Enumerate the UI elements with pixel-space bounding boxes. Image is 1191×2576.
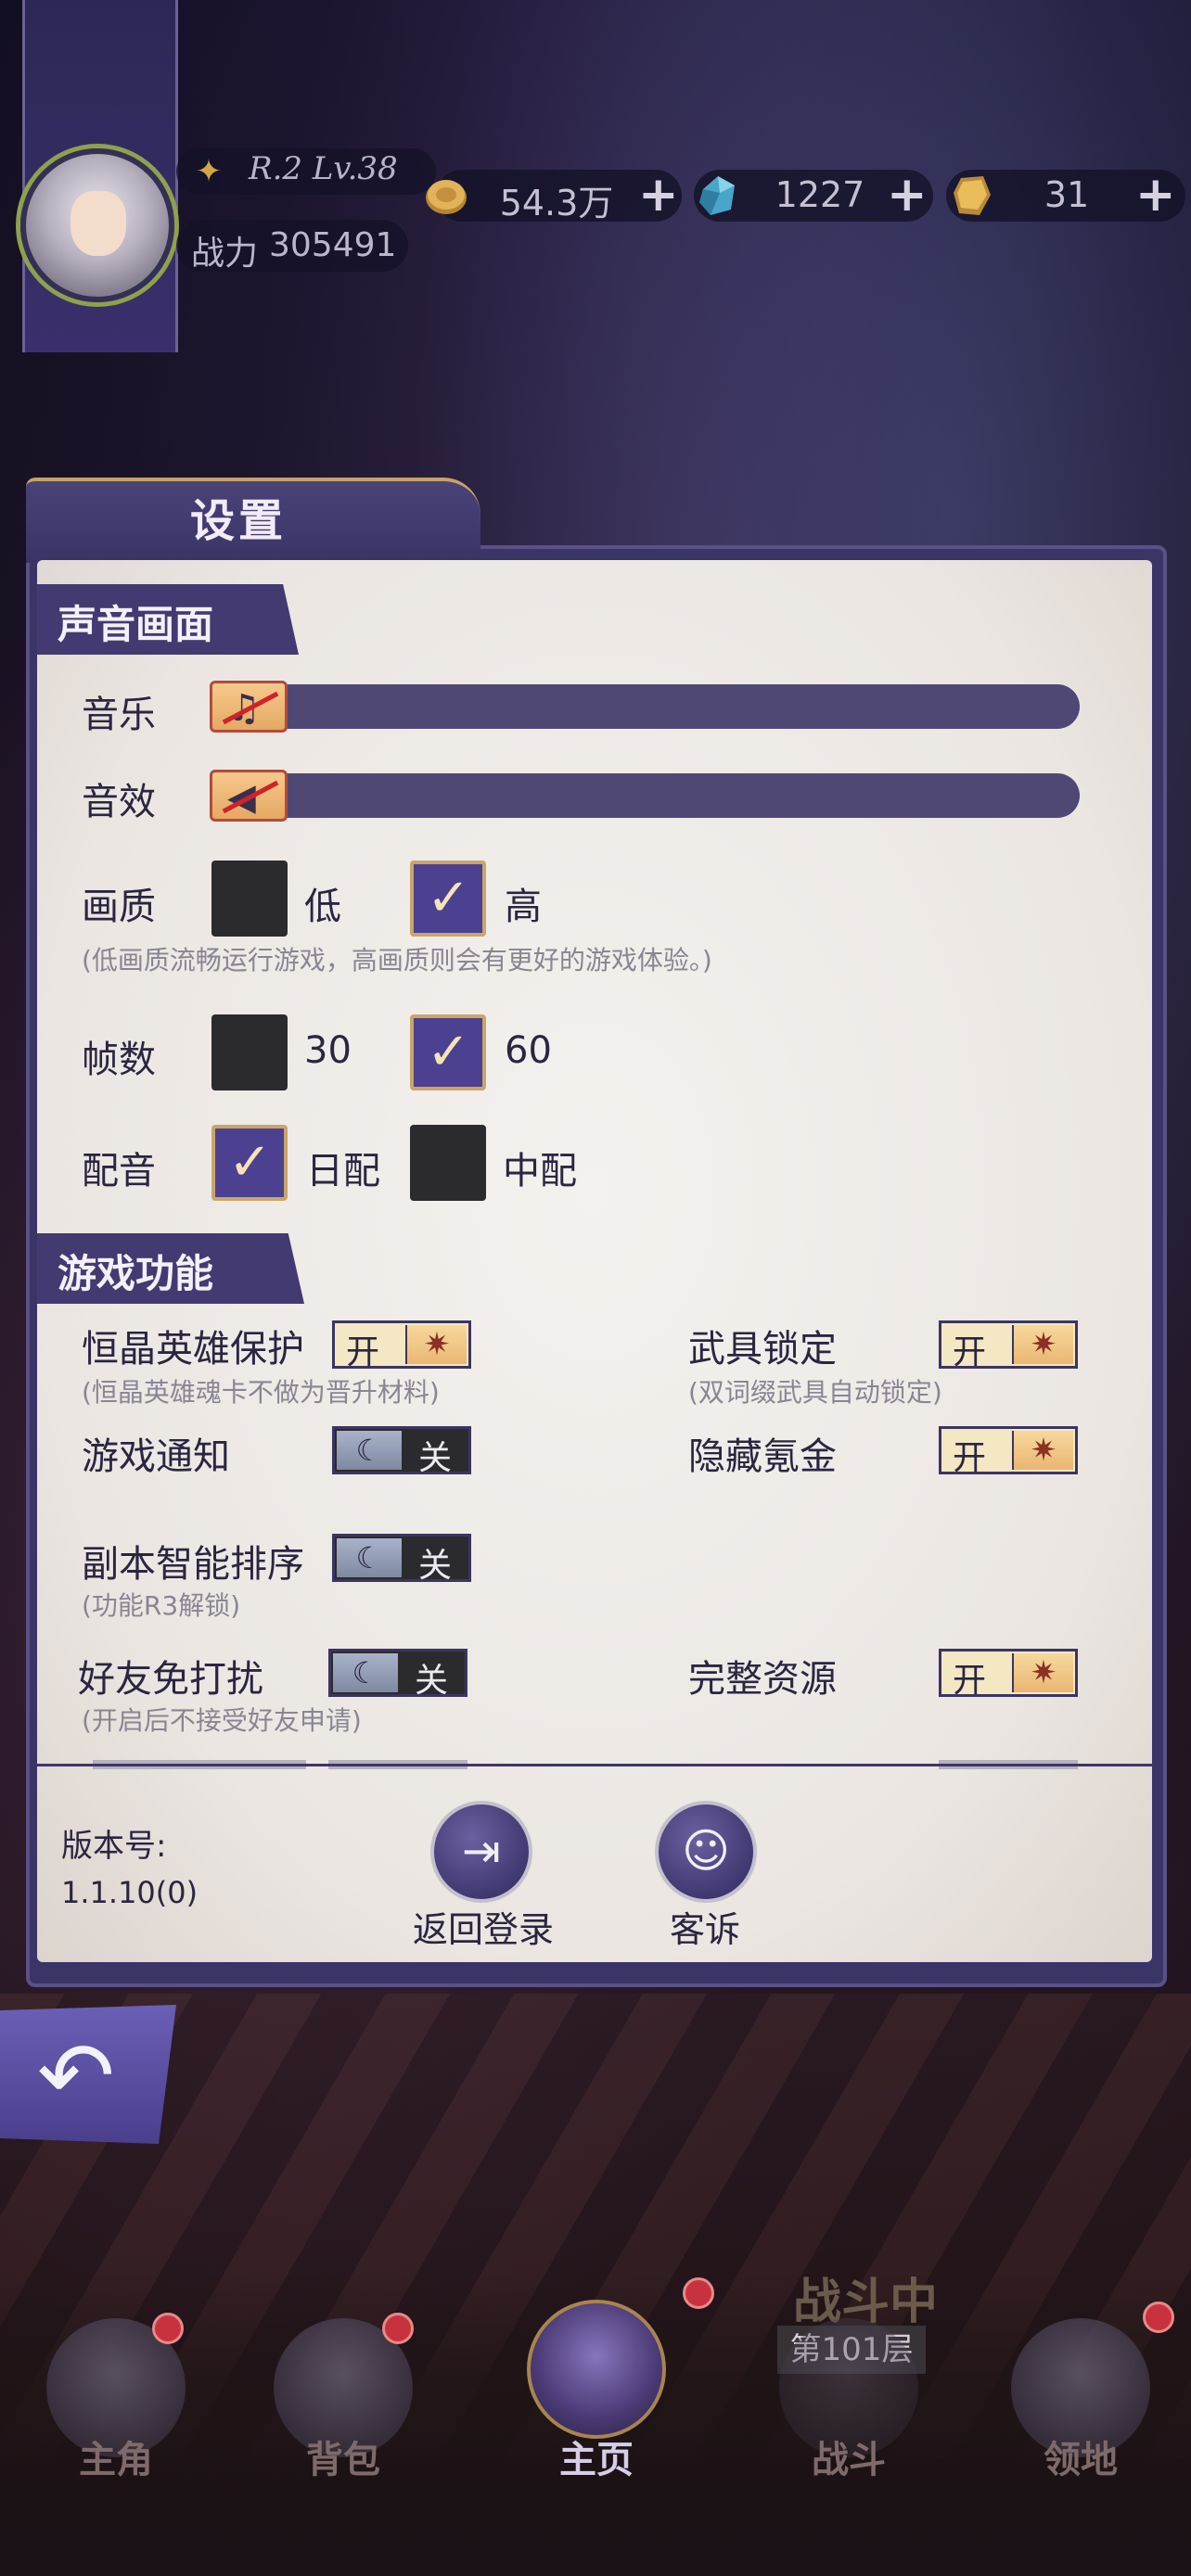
- sun-icon: ✷: [1012, 1653, 1073, 1692]
- sun-icon: ✷: [405, 1325, 467, 1364]
- fps-label: 帧数: [82, 1039, 156, 1081]
- exit-door-icon: ⇥: [462, 1824, 501, 1878]
- hide-pay-label: 隐藏氪金: [688, 1435, 837, 1478]
- sfx-mute-toggle[interactable]: ◀: [210, 770, 288, 822]
- voice-cn-checkbox[interactable]: [410, 1125, 486, 1201]
- add-crystal-button[interactable]: +: [887, 167, 928, 223]
- friend-dnd-toggle[interactable]: ☾ 关: [328, 1649, 467, 1700]
- auto-sort-note: (功能R3解锁): [82, 1590, 241, 1621]
- sun-icon: ✷: [1012, 1325, 1073, 1364]
- nav-hero-label: 主角: [79, 2438, 153, 2481]
- power-label: 战力: [191, 235, 259, 273]
- music-slider[interactable]: [210, 684, 1080, 729]
- notify-label: 游戏通知: [82, 1435, 230, 1478]
- weapon-lock-toggle[interactable]: 开 ✷: [939, 1320, 1078, 1371]
- toggle-state: 开: [953, 1662, 987, 1700]
- nav-bag-label: 背包: [306, 2438, 380, 2481]
- moon-icon: ☾: [333, 1653, 398, 1692]
- gold-gem-icon: [954, 176, 991, 215]
- power-value: 305491: [269, 226, 397, 264]
- logout-button[interactable]: ⇥: [430, 1801, 532, 1903]
- toggle-state: 开: [953, 1333, 987, 1371]
- add-gem-button[interactable]: +: [1135, 167, 1176, 223]
- version-value: 1.1.10(0): [61, 1875, 198, 1910]
- toggle-state: 关: [418, 1547, 453, 1585]
- nav-territory[interactable]: 领地: [992, 2309, 1169, 2485]
- hide-pay-toggle[interactable]: 开 ✷: [939, 1426, 1078, 1477]
- moon-icon: ☾: [337, 1431, 402, 1470]
- notification-dot: [382, 2313, 414, 2344]
- full-res-toggle[interactable]: 开 ✷: [939, 1649, 1078, 1700]
- checkmark-icon: ✓: [228, 1132, 272, 1192]
- voice-jp-checkbox[interactable]: ✓: [211, 1125, 288, 1201]
- blue-crystal-icon: [699, 176, 735, 215]
- voice-label: 配音: [82, 1150, 156, 1192]
- toggle-state: 开: [346, 1333, 380, 1371]
- quality-low-label: 低: [304, 886, 341, 928]
- auto-sort-label: 副本智能排序: [82, 1543, 304, 1586]
- full-res-label: 完整资源: [688, 1658, 837, 1701]
- crystal-amount: 1227: [775, 174, 865, 215]
- fps-30-label: 30: [304, 1029, 352, 1072]
- voice-jp-label: 日配: [306, 1150, 380, 1192]
- gold-amount: 54.3万: [499, 183, 614, 223]
- checkmark-icon: ✓: [427, 1022, 470, 1082]
- notify-toggle[interactable]: ☾ 关: [332, 1426, 471, 1477]
- fps-60-label: 60: [505, 1029, 552, 1072]
- gold-coin-icon: [426, 180, 467, 214]
- quality-high-checkbox[interactable]: ✓: [410, 861, 486, 937]
- toggle-state: 关: [415, 1662, 449, 1700]
- back-arrow-icon: ↶: [37, 2021, 115, 2130]
- support-label: 客诉: [670, 1909, 741, 1950]
- rank-emblem-icon: ✦: [195, 153, 223, 190]
- moon-icon: ☾: [337, 1538, 402, 1577]
- voice-cn-label: 中配: [503, 1150, 577, 1192]
- weapon-lock-note: (双词缀武具自动锁定): [688, 1377, 942, 1408]
- friend-dnd-note: (开启后不接受好友申请): [82, 1705, 362, 1736]
- support-button[interactable]: ☺: [655, 1801, 757, 1903]
- notification-dot: [152, 2313, 184, 2344]
- toggle-state: 开: [953, 1439, 987, 1477]
- nav-home-label: 主页: [559, 2438, 634, 2481]
- toggle-state: 关: [418, 1439, 453, 1477]
- headset-icon: ☺: [681, 1824, 731, 1878]
- sun-icon: ✷: [1012, 1431, 1073, 1470]
- settings-title: 设置: [190, 495, 288, 547]
- hero-protect-note: (恒晶英雄魂卡不做为晋升材料): [82, 1377, 440, 1408]
- nav-battle-label: 战斗: [812, 2438, 886, 2481]
- friend-dnd-label: 好友免打扰: [78, 1658, 263, 1701]
- notification-dot: [683, 2277, 714, 2309]
- quality-high-label: 高: [505, 886, 542, 928]
- nav-battle[interactable]: 战斗: [761, 2309, 937, 2485]
- sound-section-title: 声音画面: [58, 602, 214, 647]
- notification-dot: [1143, 2302, 1174, 2333]
- nav-territory-label: 领地: [1044, 2438, 1118, 2481]
- fps-60-checkbox[interactable]: ✓: [410, 1014, 486, 1090]
- checkmark-icon: ✓: [427, 868, 470, 928]
- sfx-slider[interactable]: [210, 773, 1080, 818]
- logout-label: 返回登录: [413, 1909, 555, 1950]
- list-divider: [37, 1764, 1152, 1766]
- version-label: 版本号:: [61, 1828, 167, 1865]
- hero-protect-label: 恒晶英雄保护: [82, 1328, 304, 1371]
- game-section-title: 游戏功能: [58, 1251, 214, 1296]
- quality-low-checkbox[interactable]: [211, 861, 288, 937]
- hero-protect-toggle[interactable]: 开 ✷: [332, 1320, 471, 1371]
- gem-amount: 31: [1044, 174, 1090, 215]
- sfx-label: 音效: [82, 781, 156, 823]
- nav-home[interactable]: 主页: [508, 2290, 685, 2481]
- fps-30-checkbox[interactable]: [211, 1014, 288, 1090]
- add-gold-button[interactable]: +: [638, 167, 679, 223]
- book-icon: [527, 2300, 666, 2439]
- avatar-face: [70, 191, 126, 256]
- auto-sort-toggle[interactable]: ☾ 关: [332, 1534, 471, 1585]
- quality-note: (低画质流畅运行游戏，高画质则会有更好的游戏体验。): [82, 945, 712, 976]
- quality-label: 画质: [82, 886, 156, 928]
- music-label: 音乐: [82, 694, 156, 736]
- music-mute-toggle[interactable]: ♫: [210, 681, 288, 733]
- player-rank: R.2 Lv.38: [249, 150, 398, 187]
- weapon-lock-label: 武具锁定: [688, 1328, 837, 1371]
- avatar[interactable]: [20, 148, 174, 302]
